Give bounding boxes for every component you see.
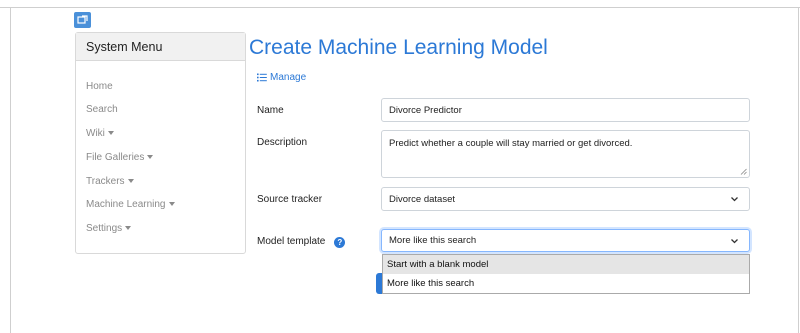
chevron-down-icon — [731, 197, 738, 202]
window-frame-top — [0, 7, 800, 8]
caret-down-icon — [147, 155, 154, 159]
source-tracker-select[interactable]: Divorce dataset — [381, 187, 750, 211]
caret-down-icon — [107, 131, 114, 135]
window-frame-right — [798, 7, 799, 333]
model-template-value: More like this search — [389, 235, 477, 246]
window-frame-left — [10, 7, 11, 333]
sidebar-item-search[interactable]: Search — [86, 104, 118, 115]
option-more-like-this-search[interactable]: More like this search — [383, 274, 749, 293]
page-title: Create Machine Learning Model — [249, 36, 548, 59]
manage-link[interactable]: Manage — [257, 72, 306, 83]
description-value: Predict whether a couple will stay marri… — [389, 138, 633, 149]
sidebar-item-file-galleries[interactable]: File Galleries — [86, 152, 154, 163]
help-icon[interactable]: ? — [334, 237, 346, 248]
source-tracker-label: Source tracker — [257, 194, 323, 205]
app-tile-icon[interactable] — [74, 12, 91, 28]
description-label: Description — [257, 137, 308, 148]
sidebar-item-trackers[interactable]: Trackers — [86, 176, 134, 187]
resize-grip-icon[interactable] — [740, 168, 747, 175]
sidebar-item-settings[interactable]: Settings — [86, 223, 132, 234]
sidebar-item-wiki[interactable]: Wiki — [86, 128, 114, 139]
name-value: Divorce Predictor — [389, 104, 462, 116]
sidebar-item-home[interactable]: Home — [86, 81, 113, 92]
sidebar-item-machine-learning[interactable]: Machine Learning — [86, 199, 175, 210]
caret-down-icon — [127, 179, 134, 183]
caret-down-icon — [125, 226, 132, 230]
description-field[interactable]: Predict whether a couple will stay marri… — [381, 130, 750, 178]
source-tracker-value: Divorce dataset — [389, 193, 456, 205]
manage-label: Manage — [270, 72, 307, 83]
chevron-down-icon — [731, 238, 738, 243]
list-icon — [257, 73, 267, 82]
system-menu: System Menu Home Search Wiki File Galler… — [75, 32, 246, 254]
name-field[interactable]: Divorce Predictor — [381, 98, 750, 122]
system-menu-title: System Menu — [76, 33, 245, 61]
option-blank-model[interactable]: Start with a blank model — [383, 255, 749, 274]
name-label: Name — [257, 105, 284, 116]
model-template-label: Model template? — [257, 236, 346, 248]
caret-down-icon — [168, 202, 175, 206]
model-template-options: Start with a blank model More like this … — [382, 254, 750, 294]
model-template-select[interactable]: More like this search — [381, 229, 750, 252]
